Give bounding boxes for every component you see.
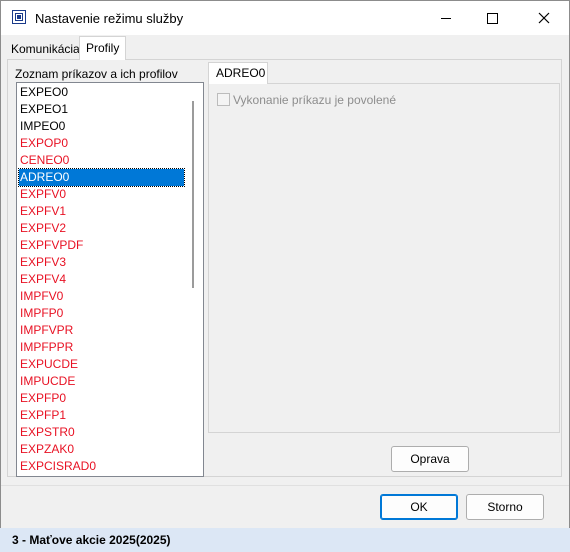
list-item[interactable]: EXPFV1 [19,203,184,220]
list-item[interactable]: EXPUCDE [19,356,184,373]
list-item[interactable]: EXPCISRAD0 [19,458,184,475]
oprava-button[interactable]: Oprava [391,446,469,472]
dialog-window: Nastavenie režimu služby Komunikácia Pro… [0,0,570,529]
list-item[interactable]: EXPFV0 [19,186,184,203]
list-item[interactable]: EXPFV4 [19,271,184,288]
command-list-label: Zoznam príkazov a ich profilov [15,67,178,81]
ok-button[interactable]: OK [380,494,458,520]
app-icon [12,10,26,24]
close-button[interactable] [521,1,567,35]
tab-komunikacia[interactable]: Komunikácia [7,39,84,59]
maximize-icon [486,12,498,24]
list-item[interactable]: ADREO0 [18,168,185,187]
storno-button[interactable]: Storno [466,494,544,520]
list-item[interactable]: IMPFVPR [19,322,184,339]
window-title: Nastavenie režimu služby [35,11,184,26]
minimize-icon [441,17,451,19]
list-scrollbar-thumb[interactable] [192,101,194,288]
command-enabled-checkbox[interactable] [217,93,230,106]
list-item[interactable]: IMPEO0 [19,118,184,135]
list-item[interactable]: EXPFP1 [19,407,184,424]
minimize-button[interactable] [423,1,469,35]
status-text: 3 - Maťove akcie 2025(2025) [12,533,171,547]
list-item[interactable]: IMPFP0 [19,305,184,322]
close-icon [538,12,550,24]
list-item[interactable]: EXPFP0 [19,390,184,407]
list-item[interactable]: EXPFV2 [19,220,184,237]
list-item[interactable]: EXPSTR0 [19,424,184,441]
status-bar: 3 - Maťove akcie 2025(2025) [0,528,570,552]
profile-detail-panel [208,83,560,433]
command-list[interactable]: EXPEO0 EXPEO1 IMPEO0 EXPOP0 CENEO0 ADREO0 EXPF… [16,82,204,477]
list-item[interactable]: EXPEO1 [19,101,184,118]
list-item[interactable]: CENEO0 [19,152,184,169]
tab-profily[interactable]: Profily [79,36,127,60]
list-item[interactable]: EXPEO0 [19,84,184,101]
list-item[interactable]: EXPOP0 [19,135,184,152]
list-item[interactable]: IMPUCDE [19,373,184,390]
list-item[interactable]: IMPFV0 [19,288,184,305]
footer-divider [1,485,569,486]
list-item[interactable]: EXPZAK0 [19,441,184,458]
command-enabled-label: Vykonanie príkazu je povolené [233,93,396,107]
maximize-button[interactable] [469,1,515,35]
title-bar[interactable]: Nastavenie režimu služby [1,1,569,35]
list-item[interactable]: EXPFV3 [19,254,184,271]
list-item[interactable]: EXPFVPDF [19,237,184,254]
list-item[interactable]: IMPFPPR [19,339,184,356]
tab-adreo0[interactable]: ADREO0 [208,62,268,84]
